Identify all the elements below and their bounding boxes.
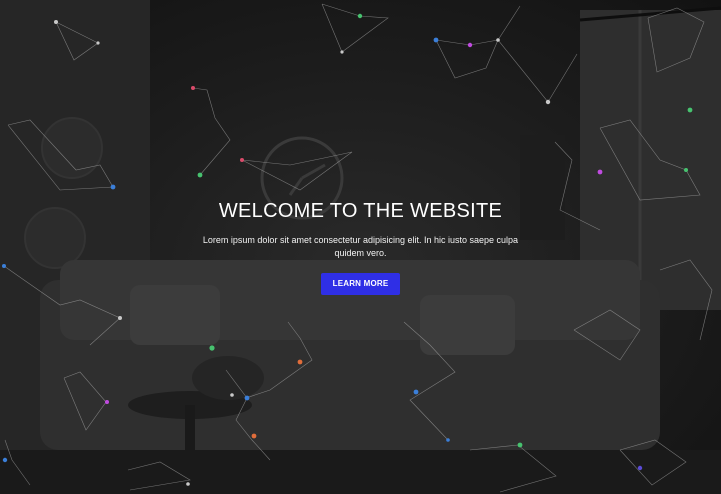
network-node <box>467 42 473 48</box>
network-node <box>110 184 116 190</box>
network-line <box>4 439 31 486</box>
network-line <box>435 39 499 79</box>
network-line <box>647 7 705 73</box>
network-node <box>105 400 109 404</box>
network-line <box>55 21 99 61</box>
network-node <box>240 158 244 162</box>
network-node <box>496 38 500 42</box>
network-node <box>197 172 203 178</box>
network-node <box>597 169 603 175</box>
network-node <box>244 395 250 401</box>
network-line <box>241 151 353 191</box>
network-node <box>637 465 643 471</box>
network-node <box>433 37 439 43</box>
network-line <box>7 119 114 191</box>
network-node <box>191 86 195 90</box>
network-line <box>245 321 313 399</box>
hero-title: WELCOME TO THE WEBSITE <box>218 200 503 222</box>
learn-more-button[interactable]: LEARN MORE <box>320 273 401 295</box>
network-node <box>209 345 215 351</box>
network-line <box>321 3 389 53</box>
network-node <box>446 438 450 442</box>
network-line <box>497 5 578 103</box>
network-node <box>251 433 257 439</box>
network-node <box>186 482 190 486</box>
network-line <box>403 321 456 441</box>
network-node <box>340 50 344 54</box>
network-node <box>545 99 551 105</box>
network-node <box>413 389 419 395</box>
network-line <box>63 371 107 431</box>
network-node <box>118 316 122 320</box>
hero-subtitle: Lorem ipsum dolor sit amet consectetur a… <box>202 235 519 258</box>
network-node <box>2 457 8 463</box>
network-line <box>619 439 687 486</box>
network-node <box>357 13 363 19</box>
network-node <box>297 359 303 365</box>
network-node <box>684 168 688 172</box>
network-node <box>230 393 234 397</box>
hero-section: WELCOME TO THE WEBSITE Lorem ipsum dolor… <box>0 0 721 494</box>
network-node <box>517 442 523 448</box>
network-line <box>599 119 701 201</box>
network-line <box>192 87 231 176</box>
network-node <box>687 107 693 113</box>
network-line <box>573 309 641 361</box>
network-line <box>469 444 557 493</box>
hero-content: WELCOME TO THE WEBSITE Lorem ipsum dolor… <box>0 198 721 295</box>
network-line <box>225 369 271 461</box>
network-node <box>96 41 100 45</box>
network-line <box>127 461 191 491</box>
network-node <box>54 20 58 24</box>
